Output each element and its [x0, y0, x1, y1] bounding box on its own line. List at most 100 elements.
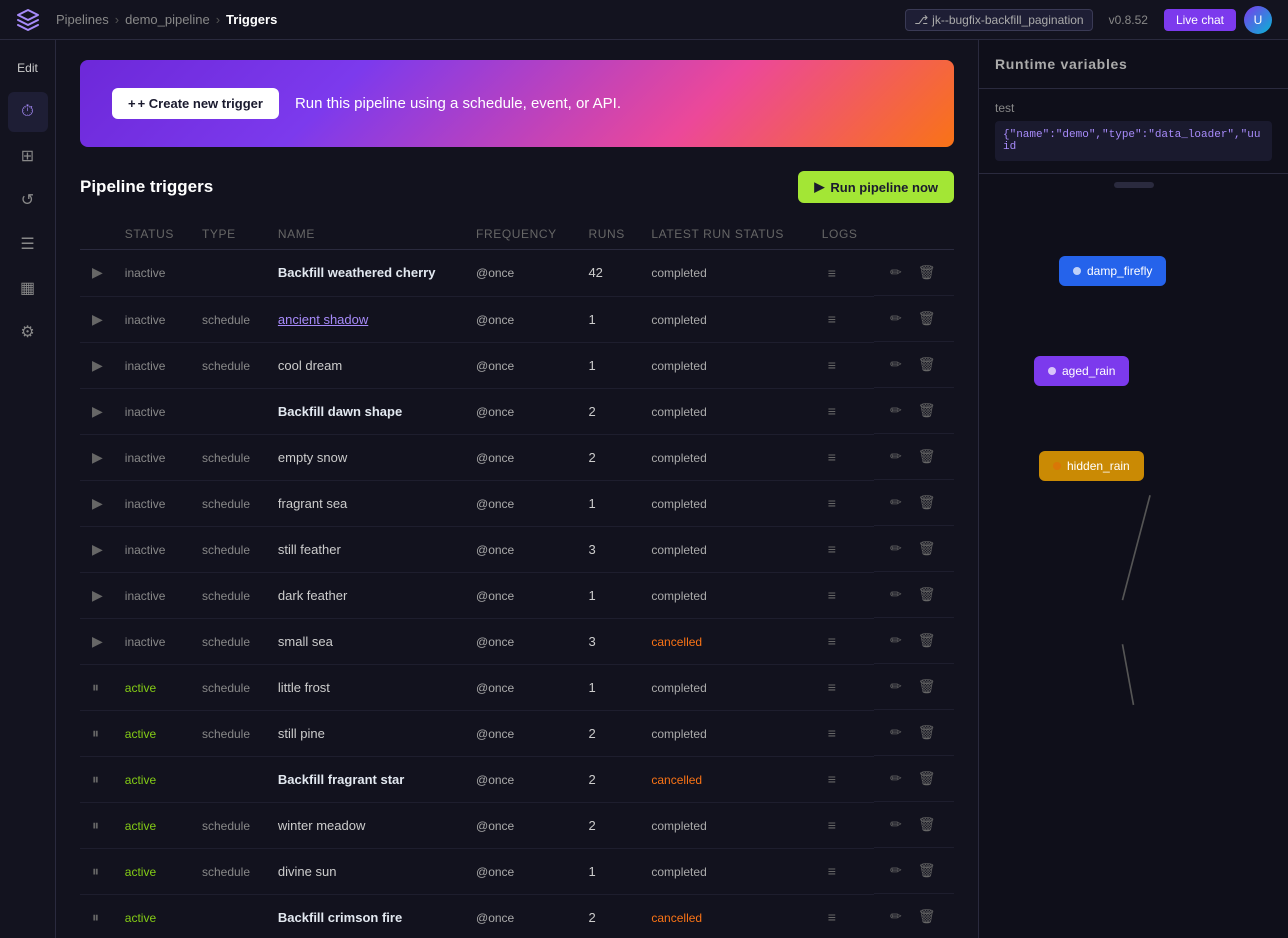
create-trigger-button[interactable]: + + Create new trigger: [112, 88, 279, 119]
play-button[interactable]: ▶: [90, 447, 105, 468]
edit-trigger-button[interactable]: ✏: [884, 674, 908, 699]
sidebar-item-refresh[interactable]: ↺: [8, 180, 48, 220]
delete-trigger-button[interactable]: 🗑: [912, 444, 942, 469]
pause-button[interactable]: ⏸: [90, 815, 101, 836]
delete-trigger-button[interactable]: 🗑: [912, 260, 942, 285]
delete-trigger-button[interactable]: 🗑: [912, 674, 942, 699]
table-row: ▶inactiveschedulecool dream@once1complet…: [80, 342, 954, 388]
logs-button[interactable]: ≡: [822, 675, 842, 699]
frequency-label: @once: [476, 451, 514, 465]
play-button[interactable]: ▶: [90, 309, 105, 330]
connector-lines: [979, 196, 1288, 938]
edit-trigger-button[interactable]: ✏: [884, 260, 908, 285]
edit-trigger-button[interactable]: ✏: [884, 582, 908, 607]
logs-button[interactable]: ≡: [822, 261, 842, 285]
trigger-name: Backfill weathered cherry: [278, 265, 436, 280]
run-status-label: cancelled: [651, 773, 702, 787]
logs-button[interactable]: ≡: [822, 905, 842, 929]
edit-trigger-button[interactable]: ✏: [884, 766, 908, 791]
logs-button[interactable]: ≡: [822, 583, 842, 607]
delete-trigger-button[interactable]: 🗑: [912, 812, 942, 837]
edit-trigger-button[interactable]: ✏: [884, 904, 908, 929]
logs-button[interactable]: ≡: [822, 353, 842, 377]
run-pipeline-button[interactable]: ▶ Run pipeline now: [798, 171, 954, 203]
logs-button[interactable]: ≡: [822, 399, 842, 423]
table-row: ▶inactivescheduleempty snow@once2complet…: [80, 434, 954, 480]
node-damp-firefly[interactable]: damp_firefly: [1059, 256, 1166, 286]
logs-button[interactable]: ≡: [822, 491, 842, 515]
delete-trigger-button[interactable]: 🗑: [912, 306, 942, 331]
user-avatar[interactable]: U: [1244, 6, 1272, 34]
runs-count: 2: [578, 894, 641, 938]
frequency-label: @once: [476, 911, 514, 925]
pause-button[interactable]: ⏸: [90, 769, 101, 790]
delete-trigger-button[interactable]: 🗑: [912, 904, 942, 929]
frequency-label: @once: [476, 727, 514, 741]
play-button[interactable]: ▶: [90, 262, 105, 283]
logs-button[interactable]: ≡: [822, 629, 842, 653]
delete-trigger-button[interactable]: 🗑: [912, 858, 942, 883]
delete-trigger-button[interactable]: 🗑: [912, 398, 942, 423]
type-label: schedule: [202, 589, 250, 603]
runs-count: 3: [578, 526, 641, 572]
play-button[interactable]: ▶: [90, 355, 105, 376]
col-type: Type: [192, 219, 268, 250]
node-hidden-rain[interactable]: hidden_rain: [1039, 451, 1144, 481]
edit-trigger-button[interactable]: ✏: [884, 352, 908, 377]
live-chat-button[interactable]: Live chat: [1164, 9, 1236, 31]
trigger-name: still feather: [278, 542, 341, 557]
status-badge: inactive: [125, 313, 166, 327]
sidebar-item-grid[interactable]: ⊞: [8, 136, 48, 176]
delete-trigger-button[interactable]: 🗑: [912, 582, 942, 607]
run-pipeline-label: Run pipeline now: [830, 180, 938, 195]
sidebar-item-triggers[interactable]: ⏱: [8, 92, 48, 132]
play-button[interactable]: ▶: [90, 539, 105, 560]
sidebar-item-settings[interactable]: ⚙: [8, 312, 48, 352]
logs-button[interactable]: ≡: [822, 813, 842, 837]
logs-button[interactable]: ≡: [822, 721, 842, 745]
delete-trigger-button[interactable]: 🗑: [912, 628, 942, 653]
pause-button[interactable]: ⏸: [90, 907, 101, 928]
node-aged-rain[interactable]: aged_rain: [1034, 356, 1129, 386]
edit-trigger-button[interactable]: ✏: [884, 398, 908, 423]
edit-trigger-button[interactable]: ✏: [884, 444, 908, 469]
delete-trigger-button[interactable]: 🗑: [912, 490, 942, 515]
play-button[interactable]: ▶: [90, 631, 105, 652]
breadcrumb-demo-pipeline[interactable]: demo_pipeline: [125, 12, 210, 27]
pause-button[interactable]: ⏸: [90, 723, 101, 744]
logs-button[interactable]: ≡: [822, 537, 842, 561]
pause-button[interactable]: ⏸: [90, 861, 101, 882]
edit-trigger-button[interactable]: ✏: [884, 720, 908, 745]
logs-button[interactable]: ≡: [822, 767, 842, 791]
logs-button[interactable]: ≡: [822, 445, 842, 469]
play-button[interactable]: ▶: [90, 493, 105, 514]
delete-trigger-button[interactable]: 🗑: [912, 536, 942, 561]
breadcrumb-pipelines[interactable]: Pipelines: [56, 12, 109, 27]
edit-trigger-button[interactable]: ✏: [884, 490, 908, 515]
logs-button[interactable]: ≡: [822, 859, 842, 883]
banner: + + Create new trigger Run this pipeline…: [80, 60, 954, 147]
edit-trigger-button[interactable]: ✏: [884, 812, 908, 837]
trigger-name[interactable]: ancient shadow: [278, 312, 368, 327]
delete-trigger-button[interactable]: 🗑: [912, 766, 942, 791]
play-button[interactable]: ▶: [90, 585, 105, 606]
sidebar-edit-button[interactable]: Edit: [8, 48, 48, 88]
branch-badge[interactable]: ⎇ jk--bugfix-backfill_pagination: [905, 9, 1092, 31]
table-row: ⏸activeBackfill fragrant star@once2cance…: [80, 756, 954, 802]
type-label: schedule: [202, 865, 250, 879]
pause-button[interactable]: ⏸: [90, 677, 101, 698]
sidebar-item-chart[interactable]: ▦: [8, 268, 48, 308]
edit-trigger-button[interactable]: ✏: [884, 306, 908, 331]
runs-count: 2: [578, 802, 641, 848]
play-button[interactable]: ▶: [90, 401, 105, 422]
delete-trigger-button[interactable]: 🗑: [912, 720, 942, 745]
edit-trigger-button[interactable]: ✏: [884, 536, 908, 561]
table-row: ⏸activeschedulewinter meadow@once2comple…: [80, 802, 954, 848]
edit-trigger-button[interactable]: ✏: [884, 858, 908, 883]
edit-trigger-button[interactable]: ✏: [884, 628, 908, 653]
node-label-damp-firefly: damp_firefly: [1087, 264, 1152, 278]
type-label: schedule: [202, 819, 250, 833]
sidebar-item-list[interactable]: ☰: [8, 224, 48, 264]
logs-button[interactable]: ≡: [822, 307, 842, 331]
delete-trigger-button[interactable]: 🗑: [912, 352, 942, 377]
